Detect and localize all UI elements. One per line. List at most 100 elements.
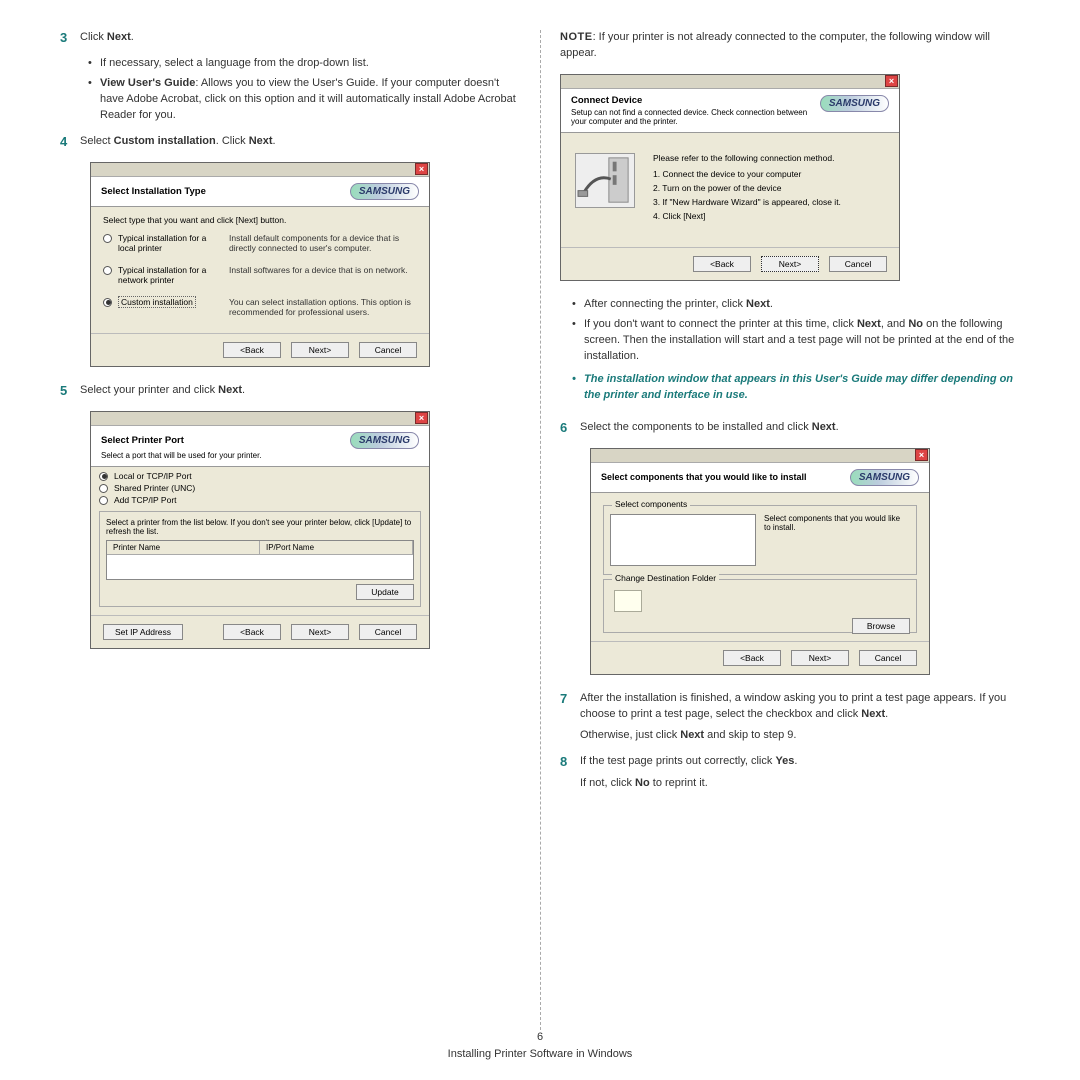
printer-list-group: Select a printer from the list below. If… (99, 511, 421, 607)
text: After connecting the printer, click Next… (584, 297, 773, 313)
close-icon[interactable]: × (415, 412, 428, 424)
instruction-text: Select type that you want and click [Nex… (103, 215, 417, 225)
text: . Click (216, 135, 249, 147)
dialog-footer: <Back Next> Cancel (591, 641, 929, 674)
bullet-dot: • (88, 56, 100, 72)
bullet-dot: • (88, 76, 100, 124)
bold: No (908, 318, 923, 330)
step-body: Select your printer and click Next. (80, 383, 520, 399)
set-ip-button[interactable]: Set IP Address (103, 624, 183, 640)
list-item: 1. Connect the device to your computer (653, 169, 841, 179)
next-button[interactable]: Next> (291, 342, 349, 358)
dialog-title: Select Printer Port (101, 435, 184, 446)
samsung-logo: SAMSUNG (350, 432, 419, 449)
dialog-body: Select components Select components that… (591, 493, 929, 641)
step-number: 4 (60, 134, 80, 149)
next-button[interactable]: Next> (291, 624, 349, 640)
close-icon[interactable]: × (885, 75, 898, 87)
column-printer-name: Printer Name (107, 541, 260, 554)
bullet-list: •If necessary, select a language from th… (88, 56, 520, 124)
connection-illustration (575, 153, 635, 208)
update-button[interactable]: Update (356, 584, 414, 600)
dialog-select-installation-type: × Select Installation Type SAMSUNG Selec… (90, 162, 430, 367)
dialog-body: Select type that you want and click [Nex… (91, 207, 429, 333)
step-number: 8 (560, 754, 580, 769)
step-7: 7 After the installation is finished, a … (560, 691, 1020, 745)
close-icon[interactable]: × (915, 449, 928, 461)
dialog-header: Select Printer Port SAMSUNG Select a por… (91, 426, 429, 467)
bold: Next (812, 421, 836, 433)
radio-icon (99, 472, 108, 481)
back-button[interactable]: <Back (223, 624, 281, 640)
step-number: 3 (60, 30, 80, 45)
dialog-body: Please refer to the following connection… (561, 133, 899, 247)
radio-label: Add TCP/IP Port (114, 495, 177, 505)
text: . (770, 298, 773, 310)
radio-typical-local[interactable]: Typical installation for a local printer… (103, 233, 417, 253)
text: Click (80, 31, 107, 43)
note-label: NOTE (560, 31, 593, 43)
dialog-subtitle: Setup can not find a connected device. C… (571, 108, 820, 126)
radio-shared-unc[interactable]: Shared Printer (UNC) (99, 483, 421, 493)
text: . (885, 708, 888, 720)
text: Select (80, 135, 114, 147)
bold: Yes (775, 755, 794, 767)
radio-label: Custom installation (118, 297, 223, 307)
components-listbox[interactable] (610, 514, 756, 566)
radio-custom[interactable]: Custom installationYou can select instal… (103, 297, 417, 317)
radio-icon (103, 234, 112, 243)
step-body: If the test page prints out correctly, c… (580, 754, 1020, 792)
column-ip-port: IP/Port Name (260, 541, 413, 554)
note-text: : If your printer is not already connect… (560, 31, 990, 59)
text: If you don't want to connect the printer… (584, 318, 857, 330)
dialog-title: Select Installation Type (101, 186, 206, 197)
cancel-button[interactable]: Cancel (359, 342, 417, 358)
radio-label: Shared Printer (UNC) (114, 483, 195, 493)
radio-icon (99, 496, 108, 505)
browse-button[interactable]: Browse (852, 618, 910, 634)
titlebar: × (91, 412, 429, 426)
step-6: 6 Select the components to be installed … (560, 420, 1020, 436)
text: Otherwise, just click (580, 729, 680, 741)
step-body: Select Custom installation. Click Next. (80, 134, 520, 150)
lead-text: Please refer to the following connection… (653, 153, 841, 163)
radio-typical-network[interactable]: Typical installation for a network print… (103, 265, 417, 285)
list-item: 4. Click [Next] (653, 211, 841, 221)
folder-icon (614, 590, 642, 612)
radio-add-tcpip[interactable]: Add TCP/IP Port (99, 495, 421, 505)
back-button[interactable]: <Back (693, 256, 751, 272)
cancel-button[interactable]: Cancel (359, 624, 417, 640)
back-button[interactable]: <Back (223, 342, 281, 358)
next-button[interactable]: Next> (791, 650, 849, 666)
radio-desc: Install softwares for a device that is o… (229, 265, 417, 275)
instruction-list: Please refer to the following connection… (653, 153, 841, 221)
group-legend: Select components (612, 499, 690, 509)
close-icon[interactable]: × (415, 163, 428, 175)
bullet-dot: • (572, 297, 584, 313)
step-body: Select the components to be installed an… (580, 420, 1020, 436)
samsung-logo: SAMSUNG (820, 95, 889, 112)
list-item: 2. Turn on the power of the device (653, 183, 841, 193)
text: If necessary, select a language from the… (100, 56, 369, 72)
dialog-title: Connect Device (571, 95, 820, 106)
radio-label: Typical installation for a network print… (118, 265, 223, 285)
back-button[interactable]: <Back (723, 650, 781, 666)
destination-folder-group: Change Destination Folder Browse (603, 579, 917, 633)
text: and skip to step 9. (704, 729, 796, 741)
radio-label: Typical installation for a local printer (118, 233, 223, 253)
radio-icon (103, 298, 112, 307)
text: If you don't want to connect the printer… (584, 317, 1020, 365)
cancel-button[interactable]: Cancel (829, 256, 887, 272)
cancel-button[interactable]: Cancel (859, 650, 917, 666)
bold: Next (746, 298, 770, 310)
bold: View User's Guide (100, 77, 195, 89)
bold: Next (218, 384, 242, 396)
radio-local-tcpip[interactable]: Local or TCP/IP Port (99, 471, 421, 481)
printer-listbox[interactable]: Printer Name IP/Port Name (106, 540, 414, 580)
text: , and (881, 318, 909, 330)
next-button[interactable]: Next> (761, 256, 819, 272)
text: Select your printer and click (80, 384, 218, 396)
group-legend: Change Destination Folder (612, 573, 719, 583)
text: View User's Guide: Allows you to view th… (100, 76, 520, 124)
dialog-footer: <Back Next> Cancel (561, 247, 899, 280)
